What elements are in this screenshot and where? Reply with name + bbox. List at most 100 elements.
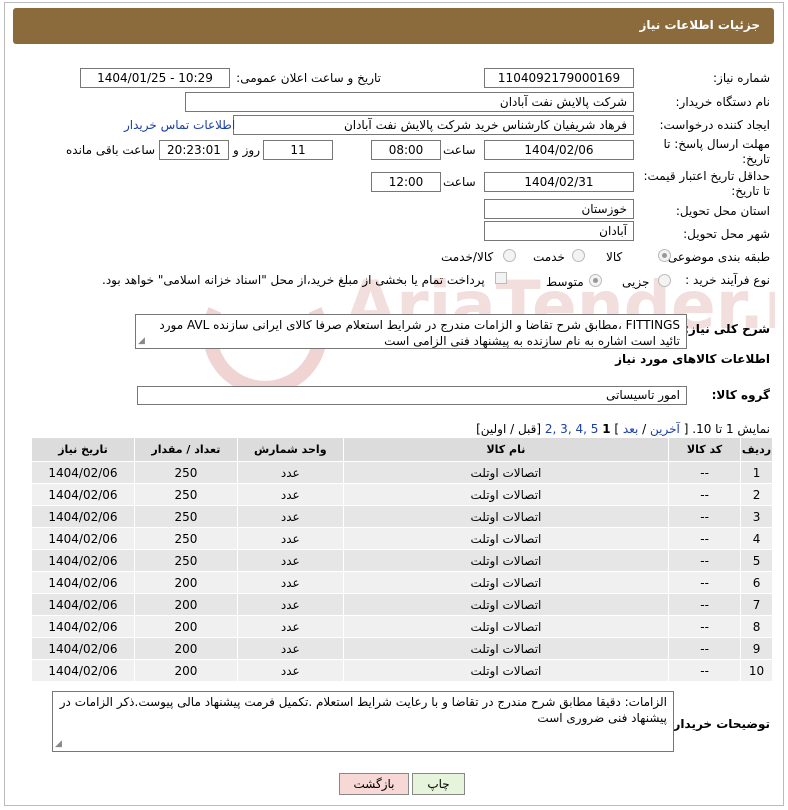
cell-unit: عدد xyxy=(236,571,344,594)
cell-code: -- xyxy=(668,571,742,594)
process-option-medium: متوسط xyxy=(546,275,584,289)
process-label: نوع فرآیند خرید : xyxy=(685,273,770,287)
cell-name: اتصالات اوتلت xyxy=(342,659,670,682)
price-validity-date-field: 1404/02/31 xyxy=(484,172,634,192)
general-desc-label: شرح کلی نیاز: xyxy=(684,322,770,336)
buyer-contact-link[interactable]: اطلاعات تماس خریدار xyxy=(124,118,235,132)
days-remaining-field: 11 xyxy=(263,140,333,160)
cell-unit: عدد xyxy=(236,461,344,484)
goods-group-field: امور تاسیساتی xyxy=(137,386,687,405)
announce-datetime-field: 1404/01/25 - 10:29 xyxy=(80,68,230,88)
need-number-label: شماره نیاز: xyxy=(713,71,770,85)
col-header-date: تاریخ نیاز xyxy=(31,437,135,462)
process-radio-medium[interactable] xyxy=(589,274,602,287)
cell-date: 1404/02/06 xyxy=(31,461,135,484)
cell-code: -- xyxy=(668,549,742,572)
col-header-name: نام کالا xyxy=(342,437,670,462)
buyer-org-label: نام دستگاه خریدار: xyxy=(675,95,771,109)
cell-row-number: 3 xyxy=(740,505,773,528)
page-header: جزئیات اطلاعات نیاز xyxy=(13,8,774,44)
deadline-label-date: تاریخ: xyxy=(742,152,770,166)
buyer-org-field: شرکت پالایش نفت آبادان xyxy=(185,92,634,112)
col-header-quantity: تعداد / مقدار xyxy=(133,437,238,462)
cell-name: اتصالات اوتلت xyxy=(342,571,670,594)
cell-date: 1404/02/06 xyxy=(31,483,135,506)
table-row: 2 -- اتصالات اوتلت عدد 250 1404/02/06 xyxy=(31,483,773,506)
pagination-open-bracket: [ xyxy=(683,422,689,436)
cell-code: -- xyxy=(668,615,742,638)
cell-code: -- xyxy=(668,505,742,528)
buyer-notes-text: الزامات: دقیقا مطابق شرح مندرج در تقاضا … xyxy=(59,695,667,725)
city-label: شهر محل تحویل: xyxy=(683,227,770,241)
goods-info-title: اطلاعات کالاهای مورد نیاز xyxy=(615,352,770,366)
requester-label: ایجاد کننده درخواست: xyxy=(659,118,770,132)
cell-date: 1404/02/06 xyxy=(31,571,135,594)
resize-grip-icon[interactable]: ◢ xyxy=(138,337,145,346)
cell-unit: عدد xyxy=(236,505,344,528)
cell-row-number: 5 xyxy=(740,549,773,572)
print-button[interactable]: چاپ xyxy=(412,773,465,795)
general-desc-textarea: FITTINGS ،مطابق شرح تقاضا و الزامات مندر… xyxy=(135,314,687,349)
cell-date: 1404/02/06 xyxy=(31,505,135,528)
pagination-current-page: 1 xyxy=(602,422,611,436)
cell-code: -- xyxy=(668,461,742,484)
cell-row-number: 7 xyxy=(740,593,773,616)
cell-date: 1404/02/06 xyxy=(31,593,135,616)
pagination-last-link[interactable]: آخرین xyxy=(650,422,680,436)
page-title: جزئیات اطلاعات نیاز xyxy=(639,18,760,32)
cell-name: اتصالات اوتلت xyxy=(342,461,670,484)
back-button[interactable]: بازگشت xyxy=(339,773,409,795)
goods-group-label: گروه کالا: xyxy=(711,388,770,402)
table-row: 5 -- اتصالات اوتلت عدد 250 1404/02/06 xyxy=(31,549,773,572)
process-option-minor: جزیی xyxy=(622,275,650,289)
table-row: 3 -- اتصالات اوتلت عدد 250 1404/02/06 xyxy=(31,505,773,528)
cell-name: اتصالات اوتلت xyxy=(342,483,670,506)
cell-code: -- xyxy=(668,593,742,616)
pagination-separator: / xyxy=(642,422,647,436)
price-validity-time-field: 12:00 xyxy=(371,172,441,192)
pagination-close-bracket: ] xyxy=(614,422,620,436)
col-header-code: کد کالا xyxy=(668,437,742,462)
category-radio-service[interactable] xyxy=(572,249,585,262)
cell-code: -- xyxy=(668,527,742,550)
price-validity-label: حداقل تاریخ اعتبار قیمت: xyxy=(643,169,770,183)
requester-field: فرهاد شریفیان کارشناس خرید شرکت پالایش ن… xyxy=(233,115,634,135)
price-validity-time-label: ساعت xyxy=(443,175,476,189)
treasury-payment-note: پرداخت تمام یا بخشی از مبلغ خرید،از محل … xyxy=(102,273,485,287)
table-header-row: ردیف کد کالا نام کالا واحد شمارش تعداد /… xyxy=(31,437,773,462)
table-row: 4 -- اتصالات اوتلت عدد 250 1404/02/06 xyxy=(31,527,773,550)
cell-row-number: 6 xyxy=(740,571,773,594)
cell-date: 1404/02/06 xyxy=(31,549,135,572)
cell-code: -- xyxy=(668,637,742,660)
cell-name: اتصالات اوتلت xyxy=(342,593,670,616)
province-field: خوزستان xyxy=(484,199,634,219)
goods-table: ردیف کد کالا نام کالا واحد شمارش تعداد /… xyxy=(31,437,773,682)
city-field: آبادان xyxy=(484,221,634,241)
pagination-next-link[interactable]: بعد xyxy=(623,422,638,436)
cell-date: 1404/02/06 xyxy=(31,637,135,660)
treasury-payment-checkbox[interactable] xyxy=(495,272,507,284)
table-row: 9 -- اتصالات اوتلت عدد 200 1404/02/06 xyxy=(31,637,773,660)
resize-grip-icon[interactable]: ◢ xyxy=(55,740,62,749)
pagination: نمایش 1 تا 10. [ آخرین / بعد ] 2, 3, 4, … xyxy=(476,422,770,436)
pagination-page-links[interactable]: 2, 3, 4, 5 xyxy=(545,422,598,436)
category-radio-goods[interactable] xyxy=(658,249,671,262)
cell-quantity: 200 xyxy=(133,615,238,638)
cell-unit: عدد xyxy=(236,659,344,682)
cell-name: اتصالات اوتلت xyxy=(342,505,670,528)
cell-name: اتصالات اوتلت xyxy=(342,527,670,550)
table-row: 1 -- اتصالات اوتلت عدد 250 1404/02/06 xyxy=(31,461,773,484)
cell-row-number: 4 xyxy=(740,527,773,550)
cell-date: 1404/02/06 xyxy=(31,527,135,550)
process-radio-minor[interactable] xyxy=(658,274,671,287)
remaining-label: ساعت باقی مانده xyxy=(66,143,156,157)
cell-row-number: 9 xyxy=(740,637,773,660)
cell-code: -- xyxy=(668,483,742,506)
pagination-prev-first: [قبل / اولین] xyxy=(476,422,542,436)
table-row: 10 -- اتصالات اوتلت عدد 200 1404/02/06 xyxy=(31,659,773,682)
cell-name: اتصالات اوتلت xyxy=(342,637,670,660)
province-label: استان محل تحویل: xyxy=(675,204,770,218)
cell-row-number: 1 xyxy=(740,461,773,484)
cell-date: 1404/02/06 xyxy=(31,615,135,638)
category-radio-goods-service[interactable] xyxy=(503,249,516,262)
